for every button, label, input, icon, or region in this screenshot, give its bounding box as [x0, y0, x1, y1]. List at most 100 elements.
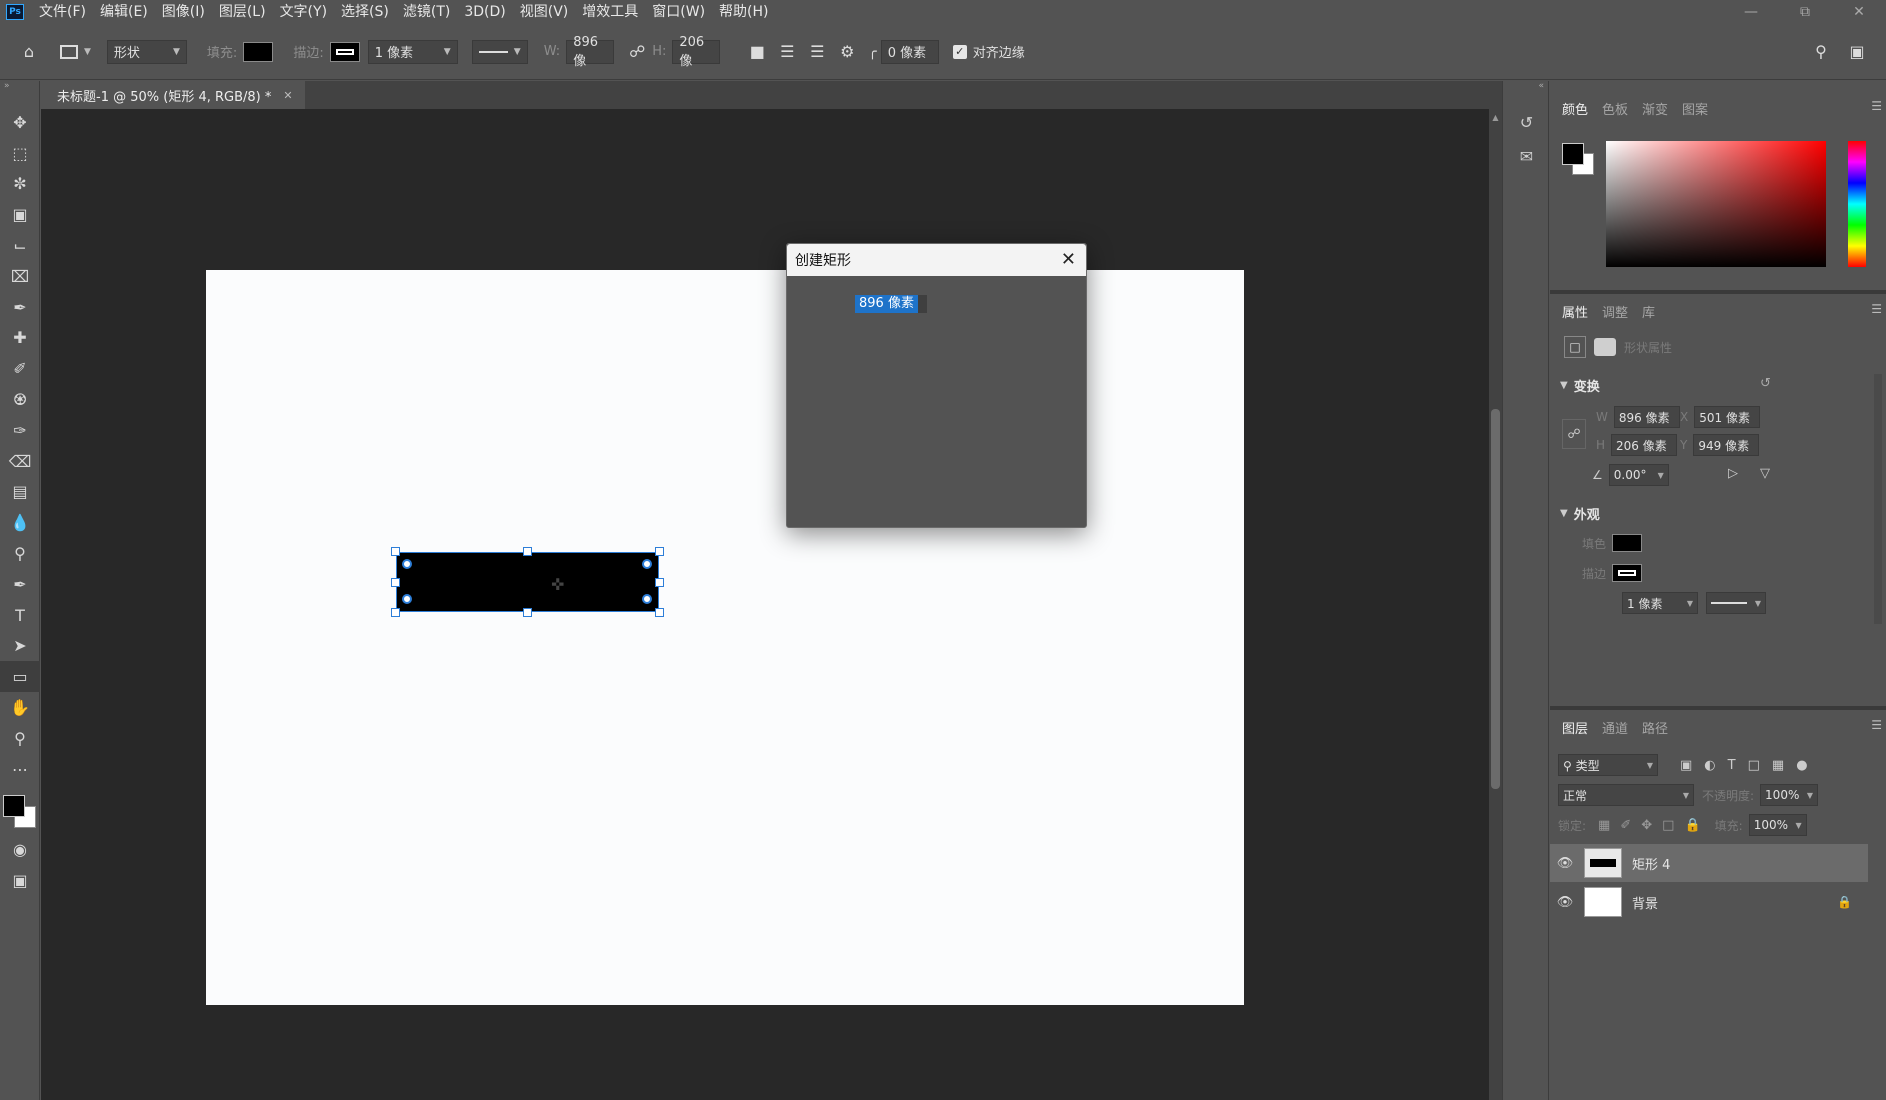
crop-tool-icon[interactable]: ⌙ — [0, 230, 40, 261]
angle-field[interactable]: 0.00° ▼ — [1608, 464, 1669, 486]
gear-icon[interactable]: ⚙ — [832, 37, 862, 67]
tab-properties[interactable]: 属性 — [1558, 302, 1598, 321]
corner-radius-field[interactable]: 0 像素 — [880, 39, 939, 64]
menu-plugins[interactable]: 增效工具 — [575, 0, 645, 24]
transform-section-header[interactable]: ▼ 变换 — [1560, 376, 1600, 395]
path-operations-icon[interactable]: ■ — [742, 37, 772, 67]
tab-channels[interactable]: 通道 — [1598, 718, 1638, 737]
document-canvas[interactable] — [206, 270, 1244, 1005]
gradient-tool-icon[interactable]: ▤ — [0, 477, 40, 508]
expand-icon[interactable]: « — [1503, 81, 1548, 105]
stroke-swatch[interactable] — [329, 41, 360, 62]
transform-handle[interactable] — [523, 547, 532, 556]
tab-swatches[interactable]: 色板 — [1598, 99, 1638, 118]
transform-handle[interactable] — [655, 578, 664, 587]
lock-icon[interactable]: 🔒 — [1837, 895, 1852, 909]
tool-preset-picker[interactable]: ▼ — [60, 44, 91, 59]
corner-radius-handle[interactable] — [402, 559, 412, 569]
frame-tool-icon[interactable]: ⌧ — [0, 261, 40, 292]
eye-icon[interactable]: 👁 — [1550, 895, 1580, 910]
width-field[interactable]: 896 像素 — [1613, 406, 1680, 428]
link-icon[interactable]: ☍ — [1562, 419, 1586, 449]
align-edges-checkbox[interactable]: ✓ 对齐边缘 — [952, 42, 1025, 61]
menu-file[interactable]: 文件(F) — [32, 0, 93, 24]
zoom-tool-icon[interactable]: ⚲ — [0, 723, 40, 754]
menu-3d[interactable]: 3D(D) — [457, 0, 512, 24]
dialog-width-value[interactable]: 896 像素 — [855, 295, 918, 313]
opacity-field[interactable]: 100% ▼ — [1760, 784, 1819, 806]
layer-row[interactable]: 👁 矩形 4 — [1550, 844, 1868, 882]
height-field[interactable]: 206 像 — [672, 35, 721, 69]
eyedropper-tool-icon[interactable]: ✒ — [0, 292, 40, 323]
filter-smart-object-icon[interactable]: ▦ — [1772, 758, 1784, 773]
fill-swatch[interactable] — [243, 41, 274, 62]
filter-pixel-icon[interactable]: ▣ — [1680, 758, 1692, 773]
type-tool-icon[interactable]: T — [0, 600, 40, 631]
lock-transparent-icon[interactable]: ▦ — [1598, 818, 1610, 833]
move-tool-icon[interactable]: ✥ — [0, 107, 40, 138]
menu-type[interactable]: 文字(Y) — [273, 0, 334, 24]
menu-select[interactable]: 选择(S) — [334, 0, 396, 24]
rectangle-tool-icon[interactable]: ▭ — [0, 661, 40, 693]
flip-horizontal-icon[interactable]: ▷ — [1728, 466, 1738, 481]
blur-tool-icon[interactable]: 💧 — [0, 507, 40, 538]
screen-mode-icon[interactable]: ▣ — [0, 865, 40, 896]
properties-scrollbar[interactable] — [1874, 374, 1882, 624]
tab-layers[interactable]: 图层 — [1558, 718, 1598, 737]
foreground-color[interactable] — [3, 794, 25, 817]
history-icon[interactable]: ↺ — [1503, 105, 1550, 139]
healing-brush-tool-icon[interactable]: ✚ — [0, 323, 40, 354]
tab-paths[interactable]: 路径 — [1638, 718, 1678, 737]
layer-name[interactable]: 背景 — [1632, 893, 1658, 912]
tab-gradients[interactable]: 渐变 — [1638, 99, 1678, 118]
filter-type-icon[interactable]: T — [1728, 758, 1736, 773]
corner-radius-handle[interactable] — [642, 559, 652, 569]
blend-mode-select[interactable]: 正常 ▼ — [1558, 784, 1694, 806]
menu-filter[interactable]: 滤镜(T) — [396, 0, 457, 24]
lock-artboard-icon[interactable]: □ — [1662, 818, 1674, 833]
transform-handle[interactable] — [391, 578, 400, 587]
fill-field[interactable]: 100% ▼ — [1748, 814, 1807, 836]
menu-help[interactable]: 帮助(H) — [712, 0, 775, 24]
brush-tool-icon[interactable]: ✐ — [0, 353, 40, 384]
menu-edit[interactable]: 编辑(E) — [93, 0, 155, 24]
flip-vertical-icon[interactable]: ▽ — [1760, 466, 1770, 481]
transform-handle[interactable] — [391, 547, 400, 556]
corner-radius-handle[interactable] — [642, 594, 652, 604]
stroke-swatch[interactable] — [1612, 564, 1643, 582]
transform-handle[interactable] — [391, 608, 400, 617]
eye-icon[interactable]: 👁 — [1550, 856, 1580, 871]
quick-mask-icon[interactable]: ◉ — [0, 835, 40, 866]
menu-image[interactable]: 图像(I) — [155, 0, 212, 24]
minimize-icon[interactable]: — — [1724, 0, 1778, 24]
tab-adjustments[interactable]: 调整 — [1598, 302, 1638, 321]
appearance-section-header[interactable]: ▼ 外观 — [1560, 504, 1600, 523]
panel-menu-icon[interactable]: ☰ — [1871, 302, 1882, 316]
collapse-icon[interactable]: » — [0, 81, 39, 107]
corner-radius-handle[interactable] — [402, 594, 412, 604]
object-select-tool-icon[interactable]: ▣ — [0, 199, 40, 230]
panel-menu-icon[interactable]: ☰ — [1871, 718, 1882, 732]
y-field[interactable]: 949 像素 — [1693, 434, 1760, 456]
document-tab[interactable]: 未标题-1 @ 50% (矩形 4, RGB/8) * ✕ — [41, 81, 305, 109]
lock-position-icon[interactable]: ✥ — [1641, 818, 1652, 833]
hue-slider[interactable] — [1848, 141, 1866, 267]
stroke-type-select[interactable]: ▼ — [1706, 592, 1766, 614]
filter-shape-icon[interactable]: □ — [1748, 758, 1760, 773]
menu-view[interactable]: 视图(V) — [513, 0, 576, 24]
close-icon[interactable]: ✕ — [1061, 249, 1076, 270]
transform-handle[interactable] — [655, 608, 664, 617]
comments-icon[interactable]: ✉ — [1503, 139, 1550, 173]
stroke-type-select[interactable]: ▼ — [471, 39, 528, 64]
path-arrangement-icon[interactable]: ☰ — [802, 37, 832, 67]
color-panel-foreground[interactable] — [1562, 143, 1584, 165]
tab-libraries[interactable]: 库 — [1638, 302, 1665, 321]
x-field[interactable]: 501 像素 — [1694, 406, 1761, 428]
vertical-scrollbar[interactable]: ▲ — [1489, 109, 1502, 1100]
pen-tool-icon[interactable]: ✒ — [0, 569, 40, 600]
transform-handle[interactable] — [655, 547, 664, 556]
lock-pixels-icon[interactable]: ✐ — [1620, 818, 1631, 833]
home-icon[interactable]: ⌂ — [14, 37, 44, 67]
rectangle-shape[interactable] — [396, 552, 659, 612]
layer-row[interactable]: 👁 背景 🔒 — [1550, 883, 1868, 921]
